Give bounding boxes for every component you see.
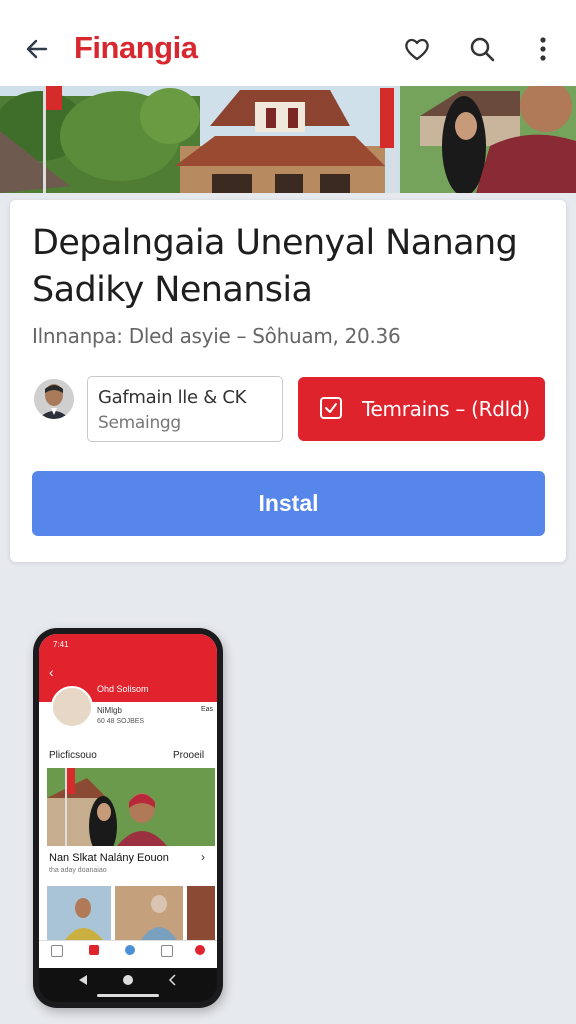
- preview-back-icon: ‹: [49, 664, 54, 680]
- preview-right-tag: Eas: [201, 706, 214, 713]
- back-arrow-icon[interactable]: [22, 34, 52, 64]
- article-card: Depalngaia Unenyal Nanang Sadiky Nenansi…: [10, 200, 566, 562]
- village-scene-image: [0, 86, 576, 193]
- header-photo: [0, 86, 576, 193]
- preview-time: 7:41: [53, 640, 69, 649]
- preview-caption-sub: tha aday doanaiao: [49, 867, 107, 874]
- preview-bottom-nav: [39, 940, 217, 968]
- preview-line1: NiMlgb: [97, 706, 122, 715]
- article-headline: Depalngaia Unenyal Nanang Sadiky Nenansi…: [32, 223, 518, 310]
- preview-line2: 60 48 SOJBES: [97, 718, 145, 725]
- preview-profile-icon: [195, 945, 205, 955]
- preview-list-icon: [161, 945, 173, 957]
- author-field[interactable]: Gafmain lle & CK Semaingg: [87, 376, 283, 442]
- phone-screen-preview: 7:41 ‹ Ohd Solisom NiMlgb 60 48 SOJBES E…: [39, 634, 217, 968]
- person-photo-icon: [34, 379, 74, 419]
- install-button[interactable]: Instal: [32, 471, 545, 536]
- preview-tab-right: Prooeil: [173, 750, 205, 761]
- app-title: Finangia: [74, 30, 198, 65]
- author-name: Gafmain lle & CK: [98, 387, 247, 408]
- author-avatar[interactable]: [34, 379, 74, 419]
- app-bar: Finangia: [0, 0, 576, 87]
- checkbox-icon: [320, 397, 342, 419]
- subscribe-button[interactable]: Temrains – (Rdld): [298, 377, 545, 441]
- article-meta: Ilnnanpa: Dled asyie – Sôhuam, 20.36: [32, 324, 401, 348]
- subscribe-button-label: Temrains – (Rdld): [362, 397, 530, 421]
- author-subtitle: Semaingg: [98, 413, 181, 433]
- preview-profile-name: Ohd Solisom: [97, 684, 149, 694]
- phone-home-indicator: [97, 994, 159, 997]
- more-vert-icon[interactable]: [528, 34, 558, 64]
- preview-tab-left: Plicficsouo: [49, 750, 97, 761]
- preview-chat-icon: [125, 945, 135, 955]
- preview-home-icon: [51, 945, 63, 957]
- preview-news-icon: [89, 945, 99, 955]
- preview-avatar: [51, 686, 93, 728]
- preview-photo: [47, 768, 215, 846]
- preview-chevron-icon: ›: [201, 850, 205, 864]
- search-icon[interactable]: [467, 34, 497, 64]
- preview-caption: Nan Slkat Nalány Eouon: [49, 852, 169, 864]
- heart-icon[interactable]: [402, 34, 432, 64]
- phone-nav-bar: [39, 968, 217, 1002]
- preview-thumbnails: [47, 886, 215, 940]
